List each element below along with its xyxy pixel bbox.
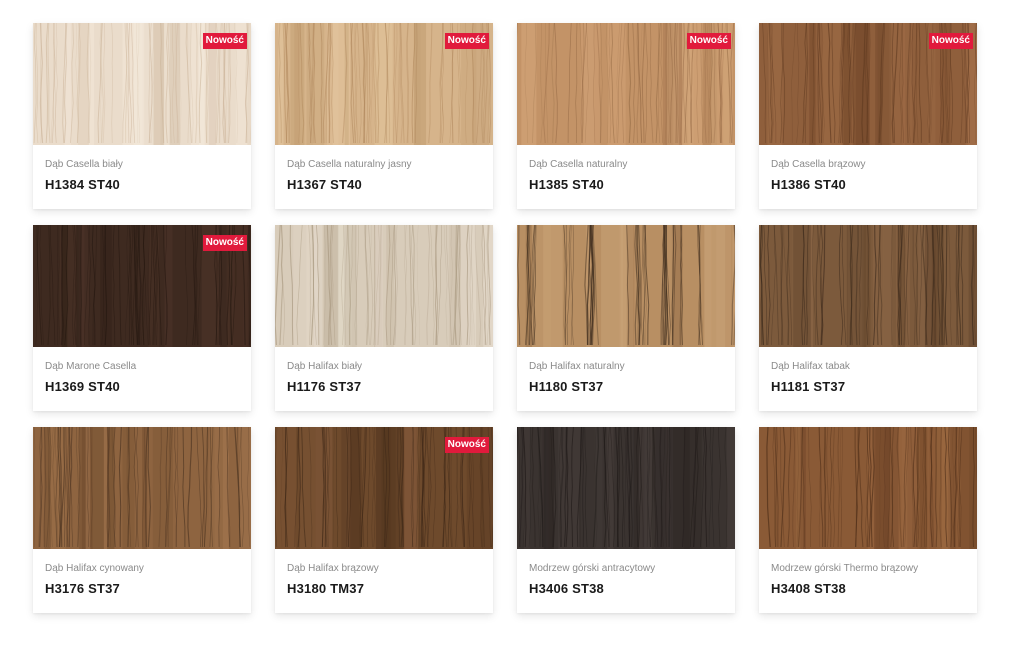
product-name: Dąb Halifax biały: [287, 361, 363, 372]
wood-swatch-image[interactable]: [517, 427, 735, 549]
product-card[interactable]: Nowość Dąb Casella brązowy H1386 ST40: [759, 23, 977, 209]
product-code[interactable]: H1181 ST37: [771, 379, 845, 394]
new-badge: Nowość: [444, 437, 489, 453]
product-code[interactable]: H3176 ST37: [45, 581, 120, 596]
wood-swatch-image[interactable]: [759, 225, 977, 347]
product-card[interactable]: Nowość Dąb Halifax tabak H1181 ST37: [759, 225, 977, 411]
product-name: Modrzew górski Thermo brązowy: [771, 563, 919, 574]
product-name: Dąb Casella naturalny jasny: [287, 159, 412, 170]
product-card[interactable]: Nowość Modrzew górski Thermo brązowy H34…: [759, 427, 977, 613]
product-code[interactable]: H1386 ST40: [771, 177, 846, 192]
product-grid: Nowość Dąb Casella biały H1384 ST40 Nowo…: [33, 23, 977, 613]
product-name: Dąb Halifax cynowany: [45, 563, 144, 574]
product-name: Dąb Casella naturalny: [529, 159, 628, 170]
product-card[interactable]: Nowość Modrzew górski antracytowy H3406 …: [517, 427, 735, 613]
product-code[interactable]: H1367 ST40: [287, 177, 362, 192]
product-code[interactable]: H1369 ST40: [45, 379, 120, 394]
product-code[interactable]: H3408 ST38: [771, 581, 846, 596]
product-name: Dąb Marone Casella: [45, 361, 137, 372]
product-code[interactable]: H1180 ST37: [529, 379, 603, 394]
product-card[interactable]: Nowość Dąb Casella naturalny jasny H1367…: [275, 23, 493, 209]
product-card[interactable]: Nowość Dąb Halifax cynowany H3176 ST37: [33, 427, 251, 613]
new-badge: Nowość: [202, 235, 247, 251]
product-code[interactable]: H1385 ST40: [529, 177, 604, 192]
new-badge: Nowość: [928, 33, 973, 49]
product-name: Dąb Halifax naturalny: [529, 361, 625, 372]
product-code[interactable]: H1176 ST37: [287, 379, 361, 394]
wood-swatch-image[interactable]: [759, 427, 977, 549]
wood-swatch-image[interactable]: [33, 427, 251, 549]
product-code[interactable]: H1384 ST40: [45, 177, 120, 192]
product-code[interactable]: H3180 TM37: [287, 581, 364, 596]
wood-swatch-image[interactable]: [517, 225, 735, 347]
product-name: Dąb Halifax tabak: [771, 361, 850, 372]
product-name: Dąb Halifax brązowy: [287, 563, 379, 574]
product-name: Dąb Casella brązowy: [771, 159, 866, 170]
wood-swatch-image[interactable]: [275, 225, 493, 347]
new-badge: Nowość: [686, 33, 731, 49]
new-badge: Nowość: [444, 33, 489, 49]
product-card[interactable]: Nowość Dąb Casella naturalny H1385 ST40: [517, 23, 735, 209]
product-card[interactable]: Nowość Dąb Halifax naturalny H1180 ST37: [517, 225, 735, 411]
product-card[interactable]: Nowość Dąb Halifax brązowy H3180 TM37: [275, 427, 493, 613]
product-code[interactable]: H3406 ST38: [529, 581, 604, 596]
new-badge: Nowość: [202, 33, 247, 49]
product-card[interactable]: Nowość Dąb Halifax biały H1176 ST37: [275, 225, 493, 411]
product-name: Dąb Casella biały: [45, 159, 123, 170]
product-name: Modrzew górski antracytowy: [529, 563, 656, 574]
product-card[interactable]: Nowość Dąb Casella biały H1384 ST40: [33, 23, 251, 209]
product-card[interactable]: Nowość Dąb Marone Casella H1369 ST40: [33, 225, 251, 411]
